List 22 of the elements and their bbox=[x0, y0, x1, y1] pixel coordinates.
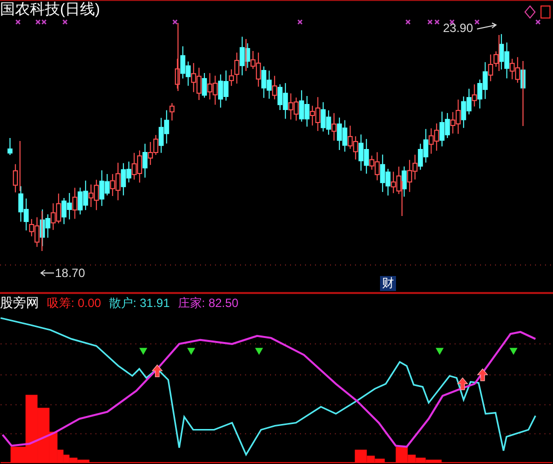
low-arrow-icon bbox=[40, 270, 54, 276]
chart-title: 国农科技(日线) bbox=[0, 2, 100, 17]
square-icon[interactable] bbox=[540, 5, 551, 19]
high-arrow-icon bbox=[476, 22, 497, 30]
indicator-name: 股旁网 bbox=[0, 296, 39, 310]
up-arrow-icon bbox=[456, 378, 468, 390]
diamond-icon[interactable] bbox=[524, 5, 536, 19]
down-triangle-icon bbox=[255, 348, 264, 356]
down-triangle-icon bbox=[139, 348, 148, 356]
down-triangle-icon bbox=[510, 348, 518, 356]
price-wick bbox=[522, 60, 524, 126]
down-triangle-icon bbox=[187, 348, 196, 356]
down-triangle-icon bbox=[436, 348, 444, 356]
price-wick bbox=[498, 34, 500, 72]
indicator-reading: 庄家: 82.50 bbox=[178, 296, 238, 309]
high-price-label: 23.90 bbox=[443, 22, 474, 34]
up-arrow-icon bbox=[476, 368, 488, 382]
up-arrow-icon bbox=[152, 364, 163, 378]
indicator-reading: 吸筹: 0.00 bbox=[47, 296, 102, 309]
low-price-label: 18.70 bbox=[55, 267, 86, 279]
event-marker: 财 bbox=[380, 276, 396, 291]
indicator-reading: 散户: 31.91 bbox=[109, 296, 170, 309]
